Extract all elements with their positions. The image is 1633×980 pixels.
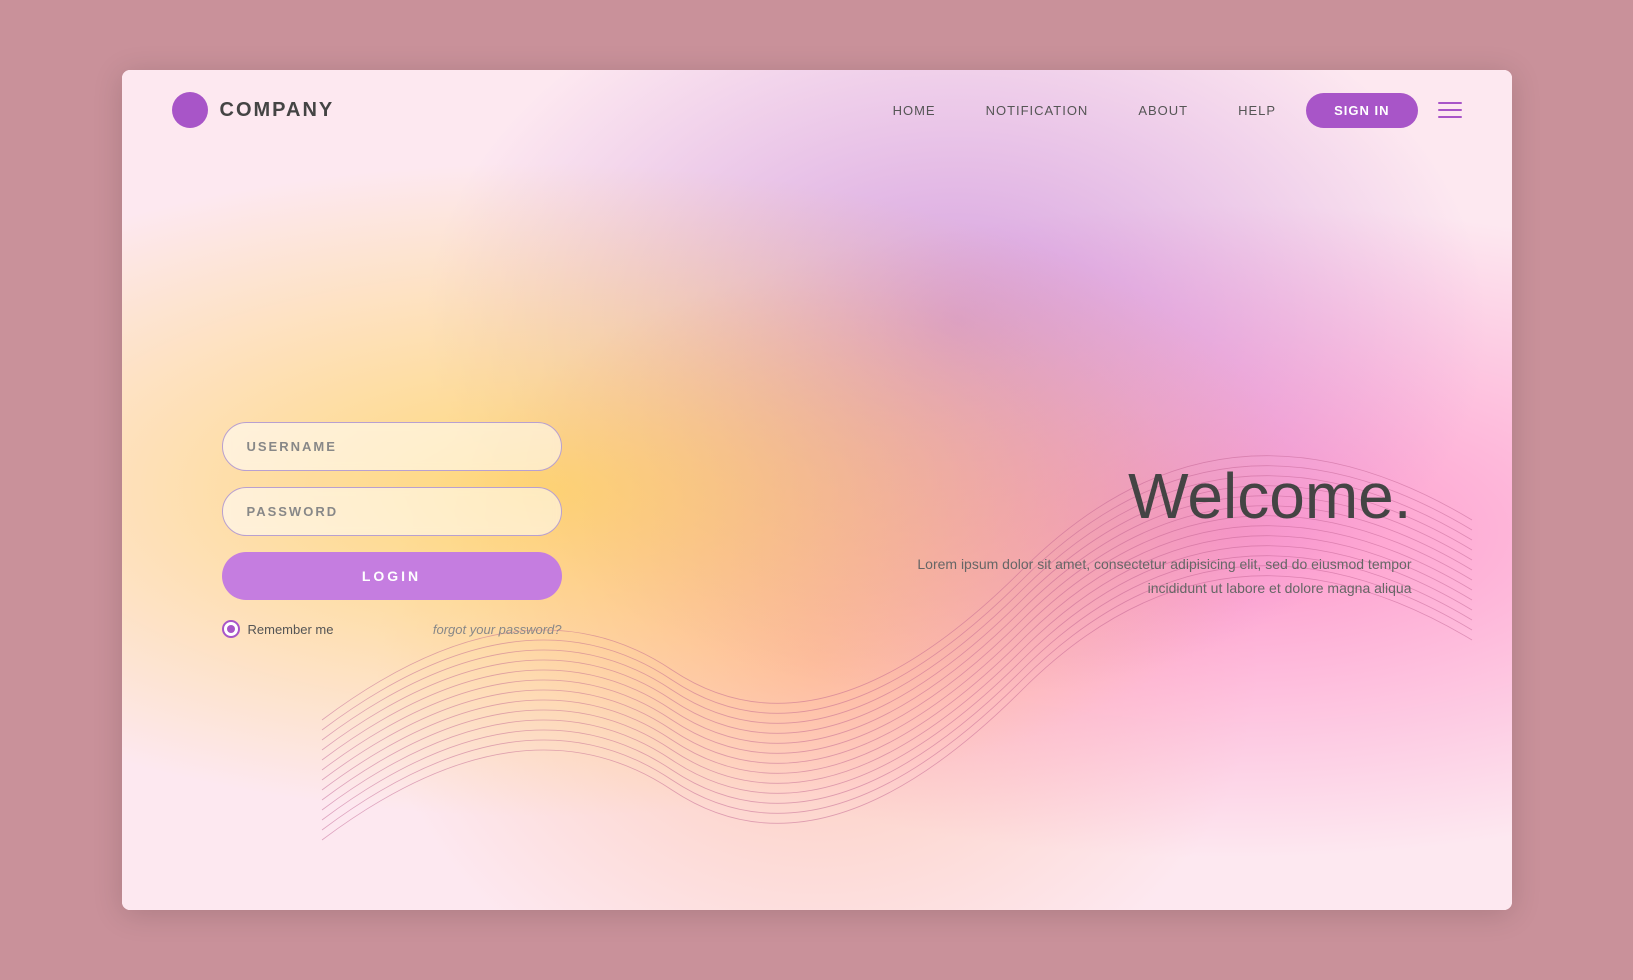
nav-home[interactable]: HOME — [893, 103, 936, 118]
remember-label: Remember me — [248, 622, 334, 637]
logo-area: COMPANY — [172, 92, 335, 128]
nav-about[interactable]: ABOUT — [1138, 103, 1188, 118]
hero-content: Welcome. Lorem ipsum dolor sit amet, con… — [912, 459, 1412, 601]
login-form: LOGIN Remember me forgot your password? — [222, 422, 562, 638]
sign-in-button[interactable]: SIGN IN — [1306, 93, 1417, 128]
company-name: COMPANY — [220, 99, 335, 122]
logo-circle — [172, 92, 208, 128]
hamburger-menu-icon[interactable] — [1438, 102, 1462, 118]
remember-me-checkbox[interactable]: Remember me — [222, 620, 334, 638]
main-content: LOGIN Remember me forgot your password? … — [122, 150, 1512, 910]
username-input[interactable] — [222, 422, 562, 471]
login-button[interactable]: LOGIN — [222, 552, 562, 600]
welcome-title: Welcome. — [912, 459, 1412, 533]
forgot-password-link[interactable]: forgot your password? — [433, 622, 562, 637]
nav-help[interactable]: HELP — [1238, 103, 1276, 118]
page-container: COMPANY HOME NOTIFICATION ABOUT HELP SIG… — [122, 70, 1512, 910]
radio-button[interactable] — [222, 620, 240, 638]
password-input[interactable] — [222, 487, 562, 536]
nav-links: HOME NOTIFICATION ABOUT HELP — [893, 103, 1277, 118]
nav-notification[interactable]: NOTIFICATION — [986, 103, 1089, 118]
welcome-description: Lorem ipsum dolor sit amet, consectetur … — [912, 553, 1412, 601]
form-footer: Remember me forgot your password? — [222, 620, 562, 638]
navbar: COMPANY HOME NOTIFICATION ABOUT HELP SIG… — [122, 70, 1512, 150]
